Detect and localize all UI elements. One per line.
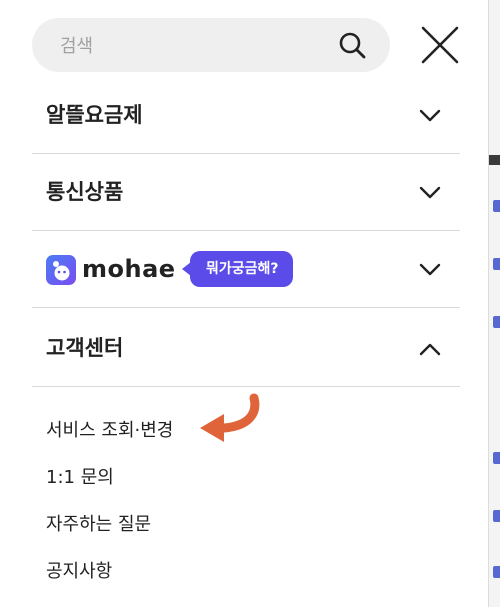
background-page-edge: [488, 0, 500, 607]
submenu-item-notices[interactable]: 공지사항: [46, 548, 173, 595]
menu-item-customer-center[interactable]: 고객센터: [32, 310, 460, 387]
menu-item-budget-plans[interactable]: 알뜰요금제: [32, 77, 460, 154]
menu-item-telecom-products[interactable]: 통신상품: [32, 154, 460, 231]
close-icon[interactable]: [420, 25, 460, 65]
submenu-item-service-inquiry[interactable]: 서비스 조회·변경: [46, 407, 173, 454]
chevron-down-icon[interactable]: [419, 105, 441, 127]
search-input[interactable]: [58, 18, 342, 74]
edge-strip: [489, 155, 500, 165]
edge-mark: [493, 200, 500, 212]
customer-center-submenu: 서비스 조회·변경 1:1 문의 자주하는 질문 공지사항: [46, 407, 173, 595]
menu-item-label: 알뜰요금제: [46, 103, 143, 127]
chevron-up-icon[interactable]: [419, 338, 441, 360]
menu-item-label: 통신상품: [46, 180, 124, 204]
mohae-logo-icon: [46, 255, 76, 285]
menu-item-label: 고객센터: [46, 336, 124, 360]
edge-mark: [493, 510, 500, 522]
edge-mark: [493, 452, 500, 464]
edge-mark: [493, 258, 500, 270]
curved-arrow-icon: [200, 393, 260, 442]
edge-mark: [493, 566, 500, 578]
submenu-item-faq[interactable]: 자주하는 질문: [46, 501, 173, 548]
submenu-item-one-to-one[interactable]: 1:1 문의: [46, 454, 173, 501]
edge-mark: [493, 316, 500, 328]
mohae-brand-text: mohae: [82, 255, 176, 283]
menu-item-mohae[interactable]: mohae 뭐가궁금해?: [32, 231, 460, 308]
mohae-question-bubble: 뭐가궁금해?: [182, 251, 293, 287]
search-icon[interactable]: [338, 31, 366, 59]
chevron-down-icon[interactable]: [419, 182, 441, 204]
chevron-down-icon[interactable]: [419, 259, 441, 281]
search-bar[interactable]: [32, 18, 390, 74]
